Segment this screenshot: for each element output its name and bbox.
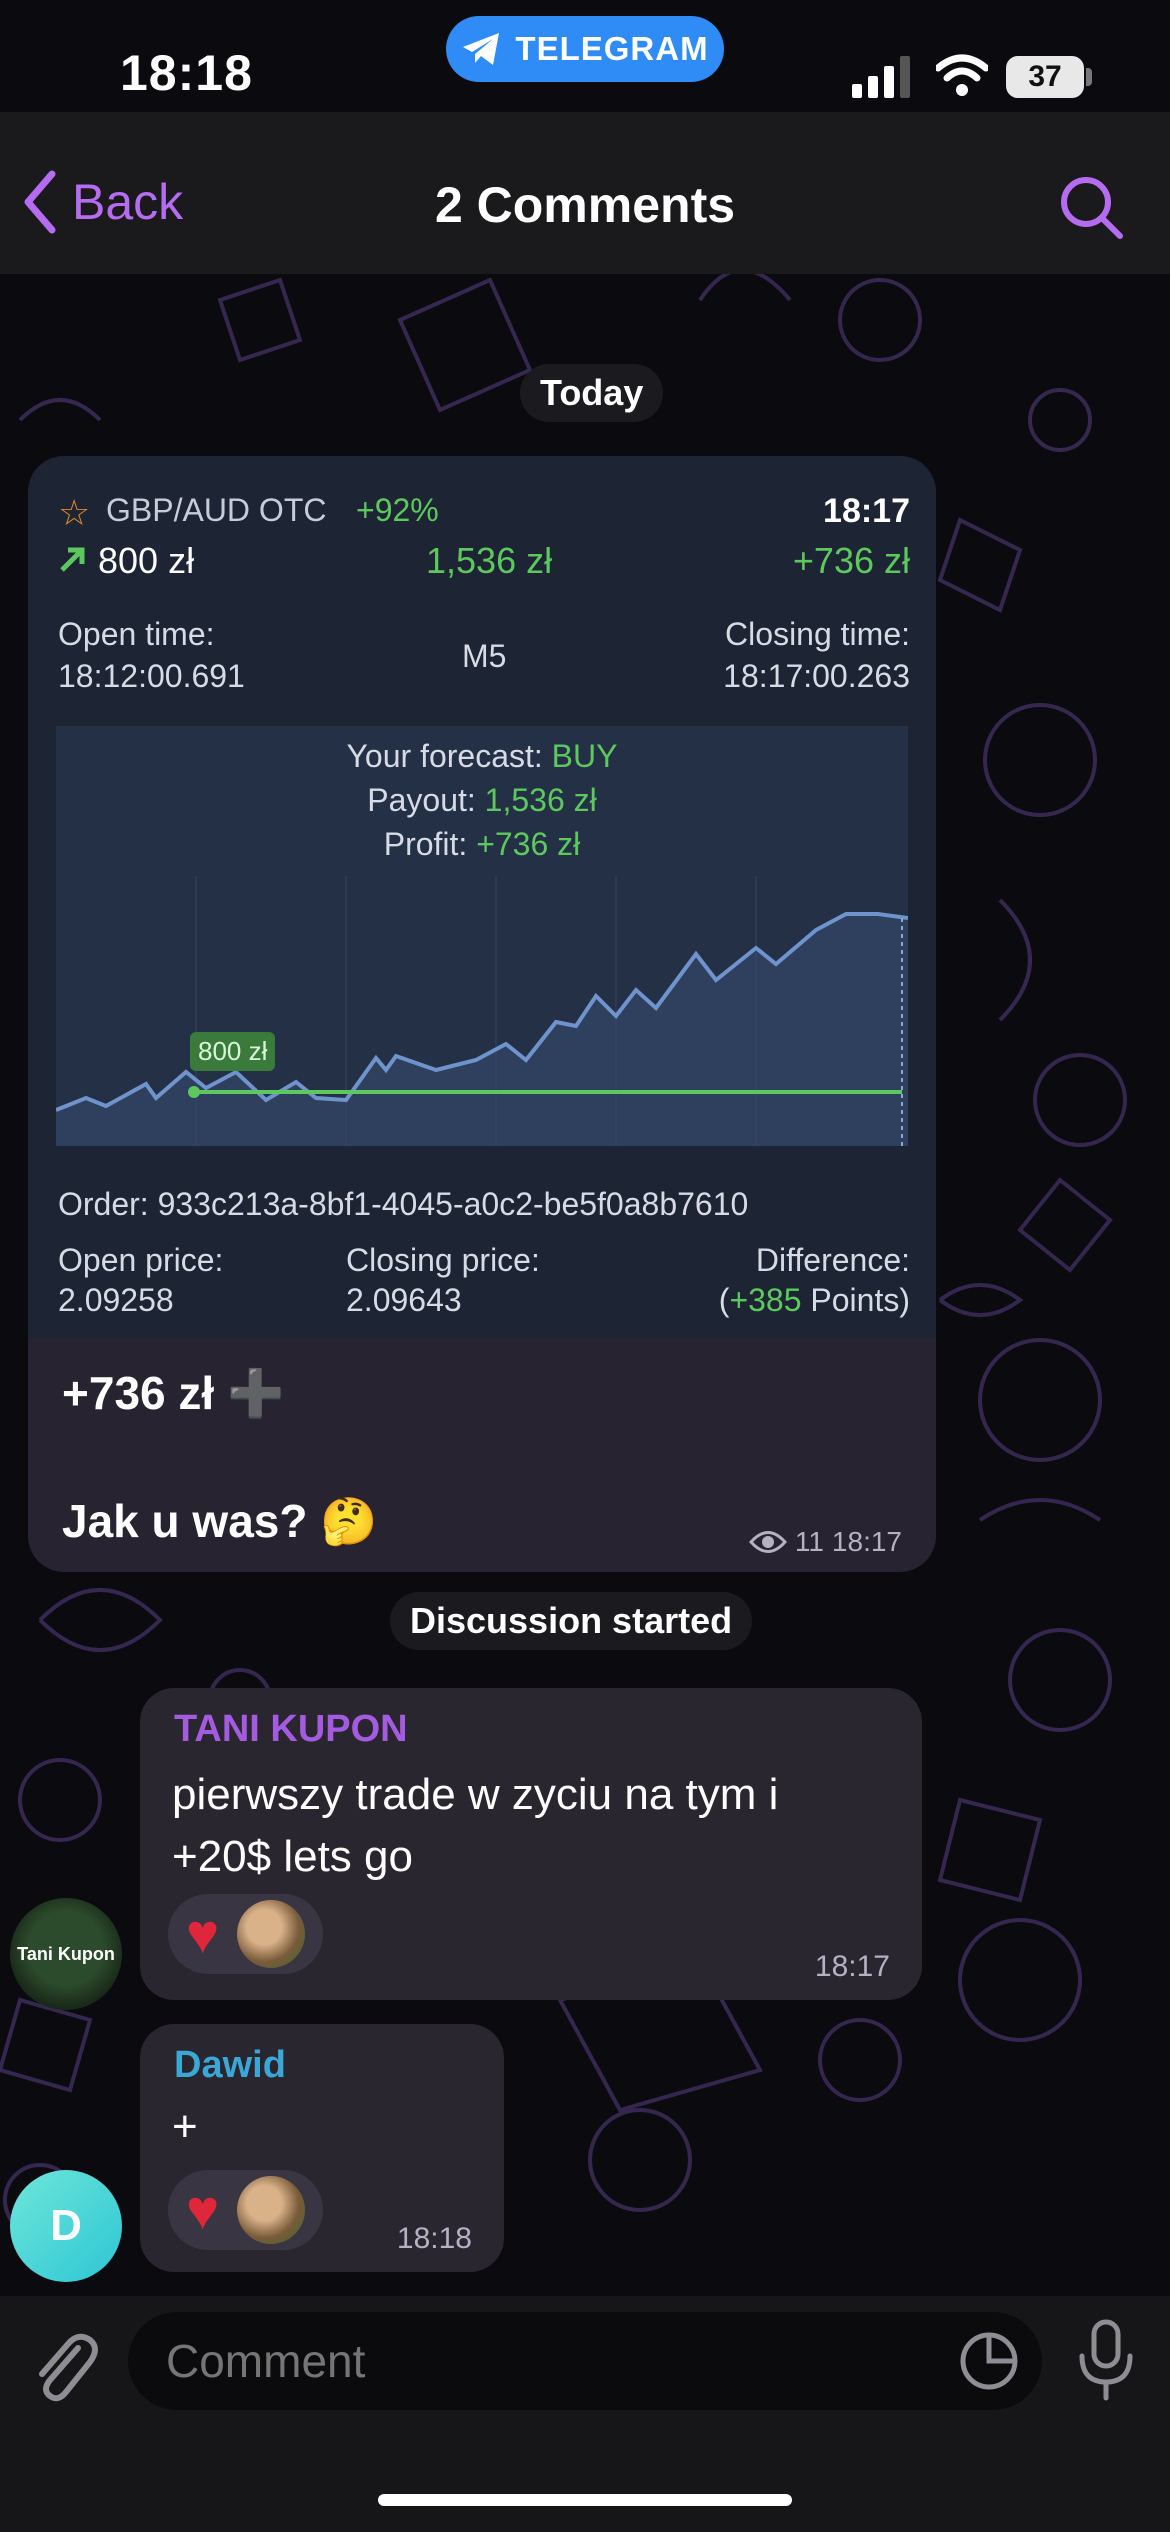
telegram-plane-icon (463, 33, 500, 65)
asset-percent: +92% (356, 492, 439, 528)
comment-time: 18:17 (814, 1950, 890, 1983)
post-time: 18:17 (831, 1526, 902, 1557)
eye-icon (748, 1531, 787, 1553)
price-line-svg (56, 876, 908, 1146)
battery-indicator: 37 (1006, 56, 1084, 98)
closing-price-value: 2.09643 (346, 1282, 462, 1318)
order-line: Order: 933c213a-8bf1-4045-a0c2-be5f0a8b7… (58, 1186, 749, 1222)
view-count: 11 (794, 1526, 824, 1557)
reactor-avatar (237, 2176, 306, 2244)
microphone-icon[interactable] (1076, 2318, 1136, 2402)
comment-author[interactable]: Dawid (174, 2044, 286, 2087)
open-time-value: 18:12:00.691 (58, 658, 245, 694)
asset-name: GBP/AUD OTC (106, 492, 327, 528)
discussion-started-pill: Discussion started (390, 1592, 753, 1650)
page-title: 2 Comments (434, 177, 736, 233)
telegram-pill[interactable]: TELEGRAM (446, 16, 724, 82)
post-meta: 11 18:17 (748, 1526, 902, 1558)
trade-amount: 800 zł (98, 540, 195, 581)
home-indicator[interactable] (378, 2494, 792, 2506)
comment-bubble[interactable]: TANI KUPON pierwszy trade w zyciu na tym… (140, 1688, 922, 2000)
open-price-value: 2.09258 (58, 1282, 174, 1318)
sticker-icon[interactable] (958, 2330, 1020, 2392)
entry-marker-label: 800 zł (190, 1032, 276, 1071)
telegram-pill-label: TELEGRAM (515, 30, 709, 67)
arrow-up-right-icon (60, 547, 85, 572)
timeframe: M5 (462, 638, 507, 674)
heart-reaction[interactable]: ♥ (168, 2170, 324, 2250)
closing-price-label: Closing price: (346, 1242, 540, 1278)
comment-time: 18:18 (396, 2222, 472, 2255)
trade-profit: +736 zł (792, 540, 910, 581)
battery-tip (1086, 68, 1092, 86)
open-time-label: Open time: (58, 616, 215, 652)
date-pill: Today (520, 364, 664, 422)
closing-time-value: 18:17:00.263 (723, 658, 910, 694)
price-chart: Your forecast: BUY Payout: 1,536 zł Prof… (56, 726, 908, 1146)
trade-card: ☆ GBP/AUD OTC +92% 18:17 800 zł 1,536 zł… (28, 456, 936, 1338)
cellular-signal-icon (852, 56, 910, 98)
channel-post[interactable]: ☆ GBP/AUD OTC +92% 18:17 800 zł 1,536 zł… (28, 456, 936, 1572)
comment-text-line2: +20$ lets go (172, 1832, 413, 1881)
search-icon[interactable] (1056, 172, 1126, 242)
status-time: 18:18 (120, 45, 253, 101)
heart-icon: ♥ (186, 1902, 220, 1965)
avatar-dawid[interactable]: D (10, 2170, 122, 2282)
post-text-line1: +736 zł ➕ (62, 1367, 285, 1419)
comment-text-line1: pierwszy trade w zyciu na tym i (172, 1770, 779, 1819)
trade-time: 18:17 (823, 492, 910, 530)
comment-text: + (172, 2102, 198, 2151)
comment-input[interactable] (128, 2312, 1042, 2410)
reactor-avatar (237, 1900, 306, 1968)
wifi-icon (936, 54, 988, 96)
post-text-line2: Jak u was? 🤔 (62, 1495, 378, 1547)
heart-icon: ♥ (186, 2178, 220, 2241)
open-price-label: Open price: (58, 1242, 224, 1278)
avatar-tani-kupon[interactable]: Tani Kupon (10, 1898, 122, 2010)
paperclip-icon[interactable] (28, 2326, 100, 2406)
comment-bubble[interactable]: Dawid + ♥ 18:18 (140, 2024, 504, 2272)
difference-value: (+385 Points) (718, 1282, 910, 1318)
comment-author[interactable]: TANI KUPON (174, 1708, 408, 1751)
order-id: 933c213a-8bf1-4045-a0c2-be5f0a8b7610 (157, 1186, 749, 1222)
star-icon: ☆ (58, 492, 91, 533)
heart-reaction[interactable]: ♥ (168, 1894, 324, 1974)
trade-payout: 1,536 zł (426, 540, 553, 581)
difference-label: Difference: (755, 1242, 910, 1278)
closing-time-label: Closing time: (725, 616, 910, 652)
